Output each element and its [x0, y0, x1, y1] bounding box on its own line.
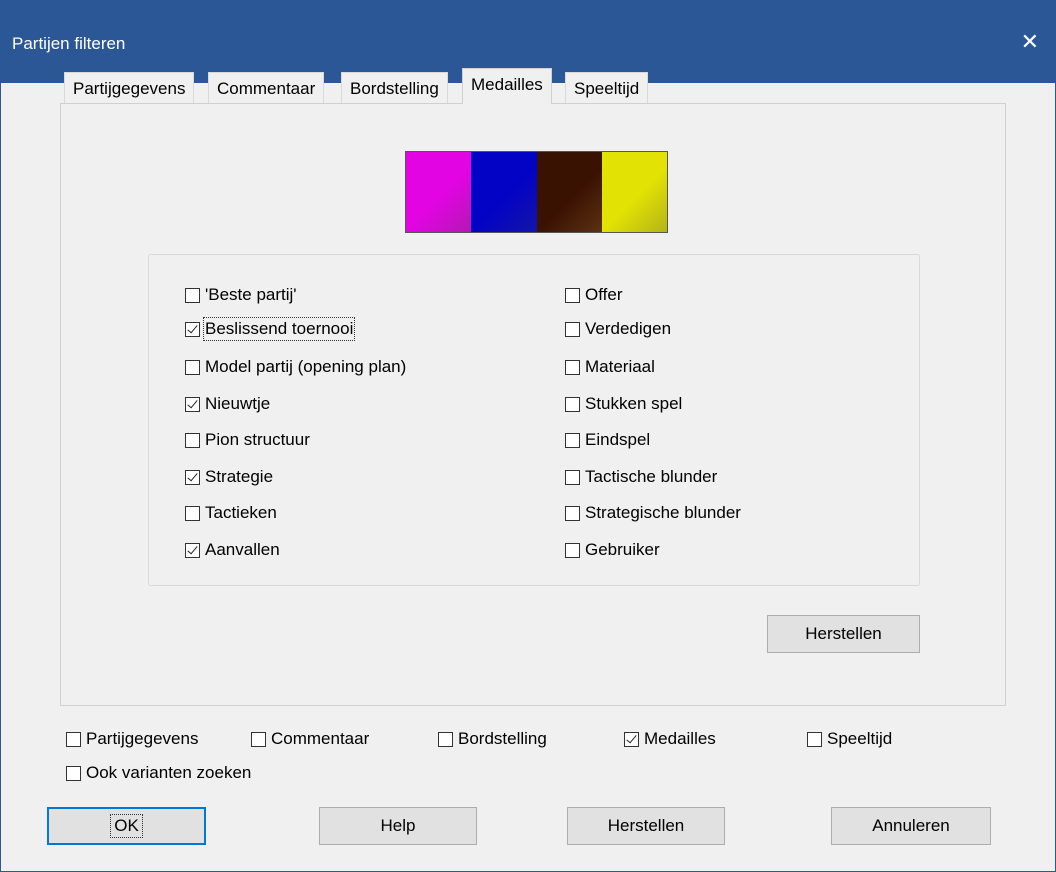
- checkbox-label: Commentaar: [271, 729, 370, 748]
- button-label: Annuleren: [872, 816, 950, 835]
- checkbox-label: Eindspel: [585, 430, 651, 449]
- checkbox-label: Nieuwtje: [205, 394, 271, 413]
- checkbox-box: [185, 287, 200, 303]
- filter-speeltijd-checkbox[interactable]: Speeltijd: [807, 729, 892, 749]
- checkbox-box: [565, 542, 580, 558]
- medal-tactische-blunder-checkbox[interactable]: Tactische blunder: [565, 467, 717, 487]
- checkbox-box: [565, 287, 580, 303]
- reset-button[interactable]: Herstellen: [567, 807, 725, 845]
- checkbox-label: Bordstelling: [458, 729, 547, 748]
- checkbox-box: [66, 765, 81, 781]
- medal-beste-partij-checkbox[interactable]: 'Beste partij': [185, 285, 297, 305]
- medal-eindspel-checkbox[interactable]: Eindspel: [565, 430, 650, 450]
- tab-medailles[interactable]: Medailles: [462, 68, 552, 104]
- checkbox-box: [565, 469, 580, 485]
- tab-label: Partijgegevens: [73, 79, 186, 98]
- checkbox-label: Stukken spel: [585, 394, 683, 413]
- medal-materiaal-checkbox[interactable]: Materiaal: [565, 357, 655, 377]
- checkbox-label: Ook varianten zoeken: [86, 763, 252, 782]
- checkbox-label: Partijgegevens: [86, 729, 199, 748]
- medal-tactieken-checkbox[interactable]: Tactieken: [185, 503, 277, 523]
- tab-label: Commentaar: [217, 79, 316, 98]
- medal-swatch-yellow: [601, 152, 667, 232]
- filter-commentaar-checkbox[interactable]: Commentaar: [251, 729, 369, 749]
- checkbox-label: Strategie: [205, 467, 274, 486]
- checkbox-label: Verdedigen: [585, 319, 672, 338]
- checkbox-label: Beslissend toernooi: [202, 317, 356, 341]
- medal-swatch-blue: [471, 152, 537, 232]
- tab-label: Speeltijd: [574, 79, 640, 98]
- medal-gebruiker-checkbox[interactable]: Gebruiker: [565, 540, 660, 560]
- checkbox-box: [66, 731, 81, 747]
- button-label: OK: [110, 814, 143, 838]
- checkbox-label: Aanvallen: [205, 540, 280, 559]
- checkbox-label: Pion structuur: [205, 430, 310, 449]
- button-label: Herstellen: [607, 816, 685, 835]
- checkbox-label: Tactieken: [205, 503, 277, 522]
- tab-commentaar[interactable]: Commentaar: [208, 72, 325, 103]
- checkbox-box: [251, 731, 266, 747]
- medal-nieuwtje-checkbox[interactable]: Nieuwtje: [185, 394, 270, 414]
- search-variants-checkbox[interactable]: Ook varianten zoeken: [66, 763, 251, 783]
- button-label: Herstellen: [805, 624, 882, 643]
- medal-offer-checkbox[interactable]: Offer: [565, 285, 622, 305]
- checkbox-label: 'Beste partij': [205, 285, 297, 304]
- checkbox-box: [185, 396, 200, 412]
- medal-aanvallen-checkbox[interactable]: Aanvallen: [185, 540, 280, 560]
- checkbox-label: Strategische blunder: [585, 503, 741, 522]
- tab-label: Bordstelling: [350, 79, 439, 98]
- medal-verdedigen-checkbox[interactable]: Verdedigen: [565, 319, 671, 339]
- checkbox-label: Materiaal: [585, 357, 655, 376]
- filter-dialog: Partijen filteren ✕ Partijgegevens Comme…: [0, 0, 1056, 872]
- checkbox-box: [185, 359, 200, 375]
- checkbox-box: [565, 359, 580, 375]
- tab-bordstelling[interactable]: Bordstelling: [341, 72, 448, 103]
- checkbox-label: Offer: [585, 285, 623, 304]
- checkbox-box: [438, 731, 453, 747]
- checkbox-label: Tactische blunder: [585, 467, 718, 486]
- checkbox-box: [565, 432, 580, 448]
- filter-partijgegevens-checkbox[interactable]: Partijgegevens: [66, 729, 198, 749]
- button-label: Help: [380, 816, 416, 835]
- checkbox-box: [565, 321, 580, 337]
- checkbox-label: Model partij (opening plan): [205, 357, 407, 376]
- medal-beslissend-toernooi-checkbox[interactable]: Beslissend toernooi: [185, 317, 356, 341]
- medal-model-partij-checkbox[interactable]: Model partij (opening plan): [185, 357, 406, 377]
- tab-label: Medailles: [471, 75, 543, 94]
- medal-pion-structuur-checkbox[interactable]: Pion structuur: [185, 430, 310, 450]
- help-button[interactable]: Help: [319, 807, 477, 845]
- close-icon[interactable]: ✕: [1021, 29, 1039, 55]
- medal-color-swatches: [405, 151, 668, 233]
- medal-stukken-spel-checkbox[interactable]: Stukken spel: [565, 394, 682, 414]
- medal-swatch-magenta: [406, 152, 472, 232]
- checkbox-label: Speeltijd: [827, 729, 893, 748]
- medal-strategische-blunder-checkbox[interactable]: Strategische blunder: [565, 503, 741, 523]
- tab-partijgegevens[interactable]: Partijgegevens: [64, 72, 195, 103]
- ok-button[interactable]: OK: [47, 807, 206, 845]
- checkbox-box: [185, 505, 200, 521]
- checkbox-label: Gebruiker: [585, 540, 660, 559]
- cancel-button[interactable]: Annuleren: [831, 807, 991, 845]
- filter-medailles-checkbox[interactable]: Medailles: [624, 729, 716, 749]
- panel-reset-button[interactable]: Herstellen: [767, 615, 920, 653]
- medal-swatch-brown: [536, 152, 602, 232]
- filter-bordstelling-checkbox[interactable]: Bordstelling: [438, 729, 547, 749]
- checkbox-box: [565, 396, 580, 412]
- checkbox-box: [565, 505, 580, 521]
- checkbox-box: [185, 321, 200, 337]
- checkbox-box: [185, 469, 200, 485]
- checkbox-label: Medailles: [644, 729, 716, 748]
- checkbox-box: [185, 432, 200, 448]
- window-title: Partijen filteren: [12, 34, 126, 53]
- checkbox-box: [185, 542, 200, 558]
- checkbox-box: [807, 731, 822, 747]
- checkbox-box: [624, 731, 639, 747]
- medal-strategie-checkbox[interactable]: Strategie: [185, 467, 273, 487]
- tab-speeltijd[interactable]: Speeltijd: [565, 72, 649, 103]
